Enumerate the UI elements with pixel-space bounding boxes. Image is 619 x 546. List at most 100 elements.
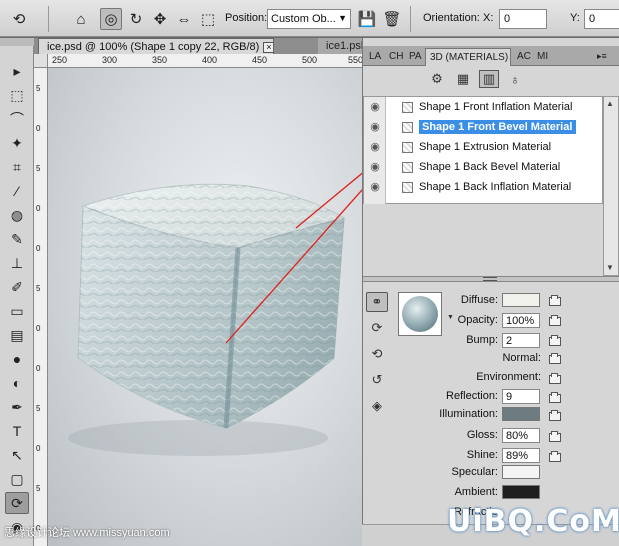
ambient-swatch[interactable] (502, 485, 540, 499)
delete-position-icon[interactable]: 🗑 (381, 8, 403, 30)
tab-mini-bridge[interactable]: MI (533, 48, 552, 66)
shine-input[interactable]: 89% (502, 448, 540, 463)
normal-row: Normal: (502, 352, 541, 364)
x-input[interactable]: 0 (499, 9, 547, 29)
opacity-input[interactable]: 100% (502, 313, 540, 328)
diffuse-texture-icon[interactable] (549, 295, 561, 306)
ruler-tick: 550 (348, 55, 364, 65)
save-position-icon[interactable]: 💾 (356, 8, 378, 30)
illumination-swatch[interactable] (502, 407, 540, 421)
environment-texture-icon[interactable] (549, 373, 561, 384)
material-drop-icon[interactable]: ⟳ (366, 318, 388, 338)
gloss-input[interactable]: 80% (502, 428, 540, 443)
drag-3d-icon[interactable]: ✥ (149, 8, 171, 30)
slide-3d-icon[interactable]: ⇔ (173, 8, 195, 30)
eye-icon[interactable]: ◉ (368, 181, 382, 193)
3d-materials-panel: LA CH PA 3D (MATERIALS) AC MI ▸≡ ⚙ ▦ ▥ ♁… (362, 38, 619, 546)
marquee-tool-icon[interactable]: ⬚ (5, 84, 29, 106)
position-select[interactable]: Custom Ob... ▼ (267, 9, 351, 29)
3d-tool-preset-icon[interactable]: ⟲ (8, 8, 30, 30)
magic-wand-tool-icon[interactable]: ✦ (5, 132, 29, 154)
tab-paths[interactable]: PA (405, 48, 426, 66)
tab-3d-materials[interactable]: 3D (MATERIALS) (425, 48, 511, 66)
materials-filter-icon[interactable]: ▥ (479, 70, 499, 88)
list-item[interactable]: Shape 1 Front Bevel Material (386, 117, 604, 137)
scroll-down-icon[interactable]: ▼ (606, 263, 614, 272)
dodge-tool-icon[interactable]: ◐ (5, 372, 29, 394)
brush-tool-icon[interactable]: ✎ (5, 228, 29, 250)
specular-row: Specular: (451, 466, 498, 478)
material-paint-icon[interactable]: ◈ (366, 396, 388, 416)
ruler-tick: 5 (36, 84, 41, 93)
eye-icon[interactable]: ◉ (368, 101, 382, 113)
gradient-tool-icon[interactable]: ▤ (5, 324, 29, 346)
specular-swatch[interactable] (502, 465, 540, 479)
list-item[interactable]: Shape 1 Extrusion Material (386, 137, 604, 157)
tab-actions[interactable]: AC (513, 48, 535, 66)
reflection-texture-icon[interactable] (549, 392, 561, 403)
shine-texture-icon[interactable] (549, 451, 561, 462)
list-item[interactable]: Shape 1 Back Bevel Material (386, 157, 604, 177)
return-to-initial-position-icon[interactable]: ⌂ (70, 8, 92, 30)
list-item[interactable]: Shape 1 Front Inflation Material (386, 97, 604, 117)
ambient-row: Ambient: (454, 486, 498, 498)
eye-icon[interactable]: ◉ (368, 141, 382, 153)
blur-tool-icon[interactable]: ● (5, 348, 29, 370)
lights-filter-icon[interactable]: ♁ (505, 70, 525, 88)
material-pan-icon[interactable]: ↺ (366, 370, 388, 390)
separator (410, 6, 411, 32)
eye-icon[interactable]: ◉ (368, 121, 382, 133)
path-selection-tool-icon[interactable]: ↖ (5, 444, 29, 466)
tab-layers[interactable]: LA (365, 48, 385, 66)
crop-tool-icon[interactable]: ⌗ (5, 156, 29, 178)
3d-rotate-tool-icon[interactable]: ⟳ (5, 492, 29, 514)
tab-ice-psd[interactable]: ice.psd @ 100% (Shape 1 copy 22, RGB/8) × (38, 38, 274, 54)
healing-brush-tool-icon[interactable]: ◍ (5, 204, 29, 226)
gloss-texture-icon[interactable] (549, 431, 561, 442)
reflection-input[interactable]: 9 (502, 389, 540, 404)
eye-icon[interactable]: ◉ (368, 161, 382, 173)
cube-shadow (68, 420, 328, 456)
type-tool-icon[interactable]: T (5, 420, 29, 442)
watermark-right: UiBQ.CoM (447, 504, 619, 539)
materials-scrollbar[interactable]: ▲ ▼ (603, 96, 619, 276)
bump-input[interactable]: 2 (502, 333, 540, 348)
diffuse-swatch[interactable] (502, 293, 540, 307)
material-rotate-icon[interactable]: ⟲ (366, 344, 388, 364)
scene-filter-icon[interactable]: ⚙ (427, 70, 447, 88)
list-item[interactable]: Shape 1 Back Inflation Material (386, 177, 604, 197)
position-label: Position: (225, 12, 268, 24)
meshes-filter-icon[interactable]: ▦ (453, 70, 473, 88)
material-select-icon[interactable]: ⚭ (366, 292, 388, 312)
material-preview[interactable] (398, 292, 442, 336)
tools-grip[interactable] (0, 38, 34, 46)
opacity-row: Opacity: (457, 314, 498, 326)
roll-3d-icon[interactable]: ↻ (125, 8, 147, 30)
history-brush-tool-icon[interactable]: ✐ (5, 276, 29, 298)
ruler-tick: 0 (36, 204, 41, 213)
y-input[interactable]: 0 (584, 9, 619, 29)
move-tool-icon[interactable]: ▸ (5, 60, 29, 82)
ice-cube-artwork (68, 172, 362, 456)
eraser-tool-icon[interactable]: ▭ (5, 300, 29, 322)
rotate-3d-icon[interactable]: ◎ (100, 8, 122, 30)
opacity-texture-icon[interactable] (549, 315, 561, 326)
lasso-tool-icon[interactable]: ⌒ (5, 108, 29, 130)
shape-tool-icon[interactable]: ▢ (5, 468, 29, 490)
ruler-tick: 5 (36, 484, 41, 493)
eyedropper-tool-icon[interactable]: ⁄ (5, 180, 29, 202)
close-icon[interactable]: × (263, 42, 273, 53)
normal-texture-icon[interactable] (549, 353, 561, 364)
ruler-tick: 450 (252, 55, 268, 65)
scroll-up-icon[interactable]: ▲ (606, 99, 614, 108)
scale-3d-icon[interactable]: ⬚ (197, 8, 219, 30)
panel-menu-icon[interactable]: ▸≡ (593, 48, 611, 66)
document-canvas[interactable] (48, 68, 362, 546)
panel-splitter[interactable] (363, 276, 619, 282)
material-swatch-icon (402, 141, 413, 153)
illumination-texture-icon[interactable] (549, 410, 561, 421)
bump-texture-icon[interactable] (549, 335, 561, 346)
pen-tool-icon[interactable]: ✒ (5, 396, 29, 418)
ruler-origin[interactable] (34, 54, 48, 68)
clone-stamp-tool-icon[interactable]: ⊥ (5, 252, 29, 274)
